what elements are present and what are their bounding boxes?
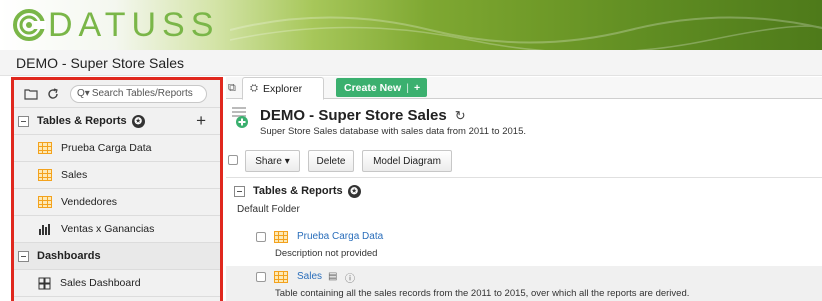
tab-explorer[interactable]: ⛭ Explorer: [242, 77, 324, 100]
sidebar-section-dashboards[interactable]: Dashboards: [14, 243, 220, 270]
sidebar-section-label: Tables & Reports: [37, 115, 127, 127]
table-row: Prueba Carga Data Description not provid…: [226, 227, 822, 263]
banner-decoration: [230, 16, 822, 50]
dashboard-grid-icon: [38, 277, 51, 289]
sidebar-toolbar: Q▾: [14, 80, 220, 108]
row-description: Table containing all the sales records f…: [275, 288, 690, 299]
table-icon: [38, 142, 52, 154]
create-new-button[interactable]: Create New | +: [336, 78, 427, 97]
main-panel: ⧉ ⛭ Explorer Create New | + DEMO - Super…: [226, 77, 822, 301]
select-all-checkbox[interactable]: [228, 155, 238, 165]
share-button[interactable]: Share ▾: [245, 150, 300, 172]
delete-button[interactable]: Delete: [308, 150, 354, 172]
table-icon: [38, 169, 52, 181]
sidebar-item-vendedores[interactable]: Vendedores: [14, 189, 220, 216]
button-separator: |: [406, 81, 409, 94]
app-title: DEMO - Super Store Sales: [16, 55, 185, 71]
action-toolbar: Share ▾ Delete Model Diagram: [226, 146, 822, 178]
folder-label: Default Folder: [237, 204, 300, 215]
top-banner: DATUSS: [0, 0, 822, 50]
logo-text: DATUSS: [48, 6, 220, 44]
search-icon: Q▾: [77, 88, 90, 99]
row-name-link[interactable]: Sales: [297, 271, 322, 282]
refresh-icon[interactable]: ↻: [455, 108, 466, 123]
collapse-icon[interactable]: [18, 115, 29, 127]
content-section-header[interactable]: Tables & Reports ✪: [234, 183, 361, 199]
sidebar-item-ventas-x-ganancias[interactable]: Ventas x Ganancias: [14, 216, 220, 243]
row-description: Description not provided: [275, 248, 378, 259]
model-diagram-button[interactable]: Model Diagram: [362, 150, 452, 172]
sidebar-item-label: Sales Dashboard: [60, 277, 141, 289]
create-new-label: Create New: [344, 81, 402, 94]
settings-badge-icon[interactable]: ✪: [131, 114, 145, 128]
table-row: Sales ▤ ⓘ Table containing all the sales…: [226, 266, 822, 301]
datuss-logo[interactable]: DATUSS: [12, 6, 219, 44]
add-table-icon[interactable]: [232, 107, 248, 129]
sidebar-item-label: Sales: [61, 169, 88, 181]
table-icon: [274, 271, 288, 283]
database-header: DEMO - Super Store Sales ↻ Super Store Sa…: [226, 103, 822, 147]
row-name-link[interactable]: Prueba Carga Data: [297, 231, 383, 242]
content-section-title: Tables & Reports: [253, 185, 343, 197]
database-description: Super Store Sales database with sales da…: [260, 126, 526, 137]
collapse-icon[interactable]: [234, 185, 245, 197]
row-checkbox[interactable]: [256, 232, 266, 242]
tab-explorer-label: Explorer: [263, 82, 303, 95]
tab-bar: ⧉ ⛭ Explorer Create New | +: [226, 77, 822, 100]
refresh-icon[interactable]: [46, 87, 60, 101]
collapse-icon[interactable]: [18, 250, 29, 262]
sidebar-item-sales[interactable]: Sales: [14, 162, 220, 189]
add-icon: +: [413, 81, 421, 94]
document-icon[interactable]: ▤: [328, 271, 337, 282]
sidebar-item-prueba-carga-data[interactable]: Prueba Carga Data: [14, 135, 220, 162]
search-box[interactable]: Q▾: [70, 84, 207, 103]
table-icon: [38, 196, 52, 208]
sidebar-item-label: Ventas x Ganancias: [61, 223, 155, 235]
sidebar-item-label: Vendedores: [61, 196, 118, 208]
table-icon: [274, 231, 288, 243]
database-title: DEMO - Super Store Sales ↻: [260, 107, 466, 124]
add-icon[interactable]: +: [196, 111, 206, 131]
sidebar-section-label: Dashboards: [37, 250, 101, 262]
row-checkbox[interactable]: [256, 272, 266, 282]
sidebar: Q▾ Tables & Reports ✪ + Prueba Carga Dat…: [11, 77, 223, 301]
search-input[interactable]: [91, 88, 202, 99]
bar-chart-icon: [39, 224, 50, 235]
sidebar-section-tables[interactable]: Tables & Reports ✪ +: [14, 108, 220, 135]
collapse-sidebar-icon[interactable]: ⧉: [228, 82, 236, 95]
explorer-icon: ⛭: [250, 83, 258, 94]
logo-icon: [13, 9, 46, 41]
settings-badge-icon[interactable]: ✪: [347, 184, 361, 198]
sidebar-item-sales-dashboard[interactable]: Sales Dashboard: [14, 270, 220, 297]
sidebar-item-label: Prueba Carga Data: [61, 142, 152, 154]
info-icon[interactable]: ⓘ: [345, 270, 355, 285]
chevron-down-icon: ▾: [284, 155, 290, 167]
title-bar: DEMO - Super Store Sales: [0, 50, 822, 76]
folder-icon[interactable]: [24, 87, 38, 101]
